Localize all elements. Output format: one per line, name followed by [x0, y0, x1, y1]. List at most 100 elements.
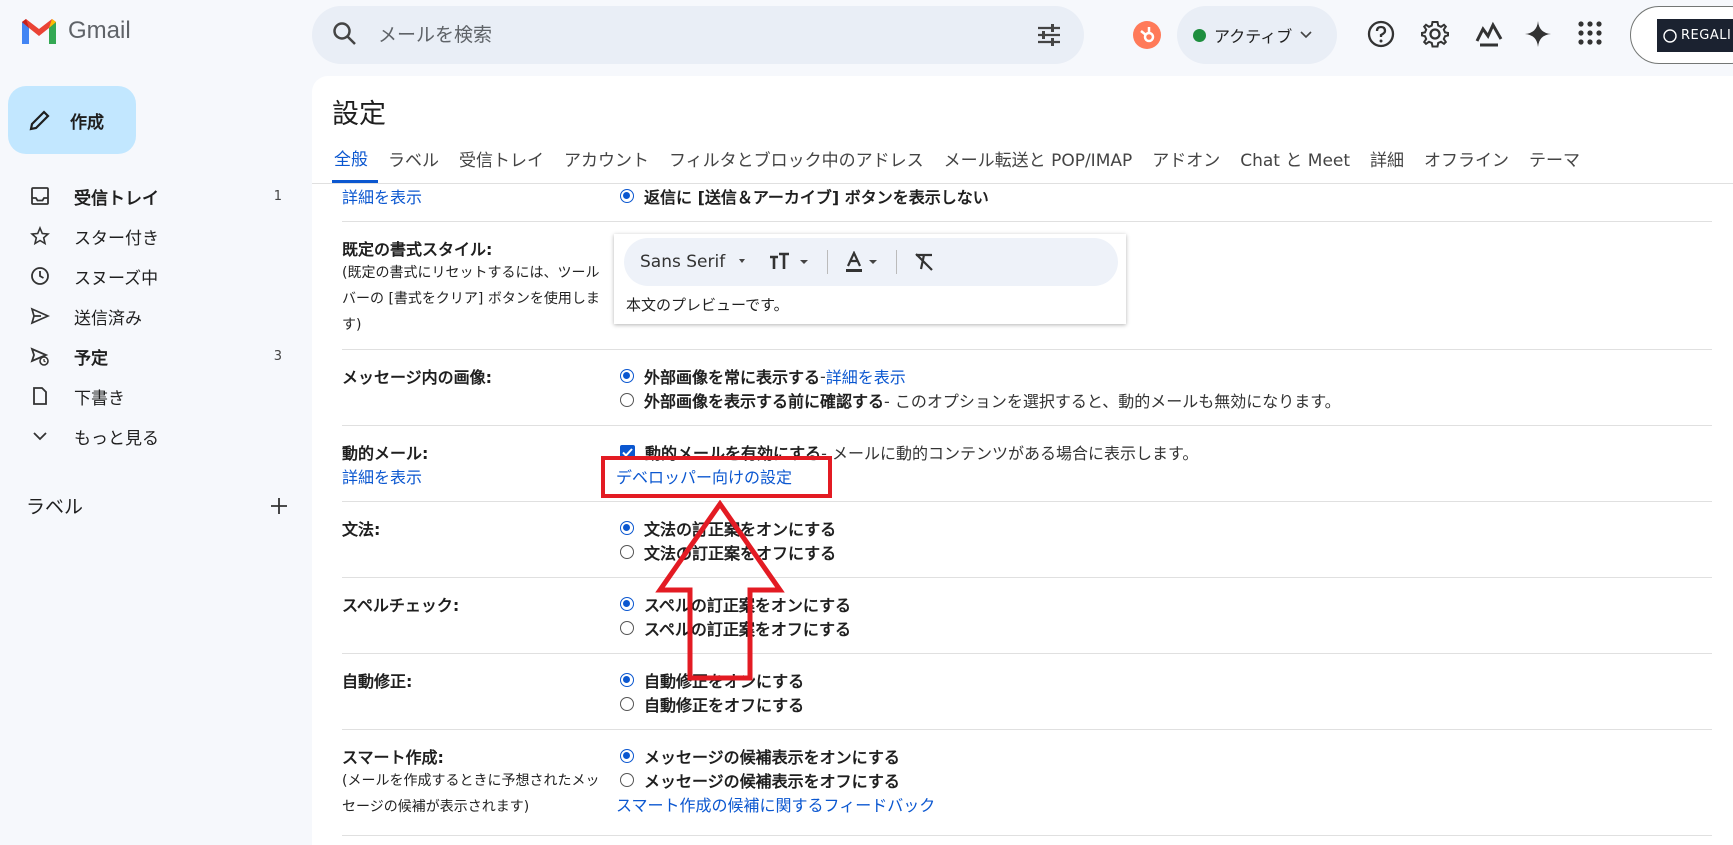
font-family-select[interactable]: Sans Serif	[640, 252, 751, 272]
chevron-down-icon	[1300, 31, 1312, 39]
tab-labels[interactable]: ラベル	[378, 134, 449, 183]
search-icon[interactable]	[332, 21, 358, 47]
sidebar-item-label: 受信トレイ	[74, 188, 159, 209]
learn-more-link[interactable]: 詳細を表示	[342, 184, 422, 208]
setting-row-spelling: スペルチェック: スペルの訂正案をオンにする スペルの訂正案をオフにする	[342, 578, 1712, 654]
text-style-preview: Sans Serif 本文のプレビューです。	[614, 234, 1126, 324]
clock-icon	[31, 267, 49, 285]
gear-icon[interactable]	[1420, 19, 1450, 49]
streak-icon[interactable]	[1474, 19, 1504, 49]
status-dot	[1193, 28, 1206, 42]
autocorrect-off-option[interactable]: 自動修正をオフにする	[620, 692, 804, 716]
setting-label: 文法:	[342, 520, 381, 539]
setting-row-send-archive: 詳細を表示 返信に [送信＆アーカイブ] ボタンを表示しない	[342, 184, 1712, 222]
setting-label: メッセージ内の画像:	[342, 368, 493, 387]
setting-row-images: メッセージ内の画像: 外部画像を常に表示する - 詳細を表示 外部画像を表示する…	[342, 350, 1712, 426]
radio-button[interactable]	[620, 773, 634, 787]
dynamic-learn-more-link[interactable]: 詳細を表示	[342, 464, 422, 488]
tab-accounts[interactable]: アカウント	[554, 134, 659, 183]
radio-button[interactable]	[620, 597, 634, 611]
text-color-button[interactable]	[844, 251, 878, 273]
app-name: Gmail	[68, 17, 131, 44]
search-options-icon[interactable]	[1036, 23, 1062, 47]
sidebar-item-label: もっと見る	[74, 428, 159, 449]
setting-label: 既定の書式スタイル:	[342, 240, 493, 259]
search-bar[interactable]	[312, 6, 1084, 64]
radio-button[interactable]	[620, 621, 634, 635]
images-ask-option[interactable]: 外部画像を表示する前に確認する - このオプションを選択すると、動的メールも無効…	[620, 388, 1341, 412]
setting-note: (既定の書式にリセットするには、ツールバーの [書式をクリア] ボタンを使用しま…	[342, 265, 600, 333]
smart-compose-off-option[interactable]: メッセージの候補表示をオフにする	[620, 768, 900, 792]
dropdown-arrow-icon	[869, 260, 878, 264]
annotation-highlight-box	[601, 456, 832, 498]
preview-text: 本文のプレビューです。	[626, 296, 789, 314]
scheduled-count: 3	[273, 348, 282, 364]
tab-chat-meet[interactable]: Chat と Meet	[1230, 134, 1360, 183]
images-learn-more-link[interactable]: 詳細を表示	[826, 364, 906, 388]
labels-section-header: ラベル	[26, 492, 288, 519]
smart-compose-on-option[interactable]: メッセージの候補表示をオンにする	[620, 744, 900, 768]
gmail-logo[interactable]: Gmail	[20, 16, 131, 46]
tab-offline[interactable]: オフライン	[1414, 134, 1519, 183]
sidebar-item-label: 下書き	[74, 388, 125, 409]
apps-grid-icon[interactable]	[1576, 19, 1604, 47]
radio-button[interactable]	[620, 673, 634, 687]
text-size-icon	[770, 252, 790, 269]
dropdown-arrow-icon	[800, 260, 809, 264]
setting-row-grammar: 文法: 文法の訂正案をオンにする 文法の訂正案をオフにする	[342, 502, 1712, 578]
tab-inbox[interactable]: 受信トレイ	[449, 134, 554, 183]
gemini-icon[interactable]	[1523, 19, 1553, 49]
setting-row-dynamic-email: 動的メール: 詳細を表示 動的メールを有効にする - メールに動的コンテンツがあ…	[342, 426, 1712, 502]
settings-tabs: 全般 ラベル 受信トレイ アカウント フィルタとブロック中のアドレス メール転送…	[312, 134, 1733, 184]
toolbar-divider	[896, 250, 898, 274]
tab-forwarding[interactable]: メール転送と POP/IMAP	[934, 134, 1143, 183]
sidebar-item-label: 予定	[74, 348, 108, 369]
sidebar-item-more[interactable]: もっと見る	[0, 416, 300, 456]
sidebar-item-drafts[interactable]: 下書き	[0, 376, 300, 416]
status-label: アクティブ	[1214, 27, 1293, 46]
scheduled-icon	[30, 347, 49, 366]
tab-filters[interactable]: フィルタとブロック中のアドレス	[659, 134, 934, 183]
gmail-m-icon	[22, 19, 56, 44]
add-label-icon[interactable]	[270, 497, 288, 515]
tab-general[interactable]: 全般	[332, 134, 378, 183]
radio-button[interactable]	[620, 189, 634, 203]
sidebar-item-snoozed[interactable]: スヌーズ中	[0, 256, 300, 296]
images-always-show-option[interactable]: 外部画像を常に表示する - 詳細を表示	[620, 364, 906, 388]
font-family-value: Sans Serif	[640, 252, 726, 272]
help-icon[interactable]	[1366, 19, 1396, 49]
radio-button[interactable]	[620, 369, 634, 383]
compose-label: 作成	[70, 112, 104, 133]
send-archive-hide-option[interactable]: 返信に [送信＆アーカイブ] ボタンを表示しない	[620, 184, 989, 208]
radio-button[interactable]	[620, 545, 634, 559]
dropdown-arrow-icon	[739, 259, 746, 263]
sidebar-item-sent[interactable]: 送信済み	[0, 296, 300, 336]
chevron-down-icon	[33, 432, 47, 441]
radio-button[interactable]	[620, 521, 634, 535]
clear-formatting-button[interactable]	[913, 252, 935, 272]
inbox-count: 1	[273, 188, 282, 204]
font-size-button[interactable]	[769, 252, 809, 272]
text-color-icon	[846, 251, 863, 272]
smart-compose-feedback-link[interactable]: スマート作成の候補に関するフィードバック	[616, 792, 935, 816]
status-selector[interactable]: アクティブ	[1177, 6, 1337, 64]
account-button[interactable]: REGALI	[1630, 6, 1733, 64]
top-bar: Gmail アクティブ	[0, 0, 1733, 70]
compose-button[interactable]: 作成	[8, 86, 136, 154]
tab-advanced[interactable]: 詳細	[1360, 134, 1414, 183]
sidebar-item-starred[interactable]: スター付き	[0, 216, 300, 256]
sidebar-item-inbox[interactable]: 受信トレイ 1	[0, 176, 300, 216]
setting-label: スペルチェック:	[342, 596, 460, 615]
sidebar-item-scheduled[interactable]: 予定 3	[0, 336, 300, 376]
radio-button[interactable]	[620, 697, 634, 711]
tab-themes[interactable]: テーマ	[1519, 134, 1590, 183]
org-emblem-icon	[1663, 28, 1677, 43]
radio-button[interactable]	[620, 393, 634, 407]
search-input[interactable]	[378, 18, 978, 52]
setting-note: (メールを作成するときに予想されたメッセージの候補が表示されます)	[342, 773, 600, 815]
hubspot-icon[interactable]	[1132, 20, 1162, 50]
radio-button[interactable]	[620, 749, 634, 763]
tab-addons[interactable]: アドオン	[1142, 134, 1230, 183]
sidebar-item-label: スター付き	[74, 228, 159, 249]
setting-label: 自動修正:	[342, 672, 413, 691]
